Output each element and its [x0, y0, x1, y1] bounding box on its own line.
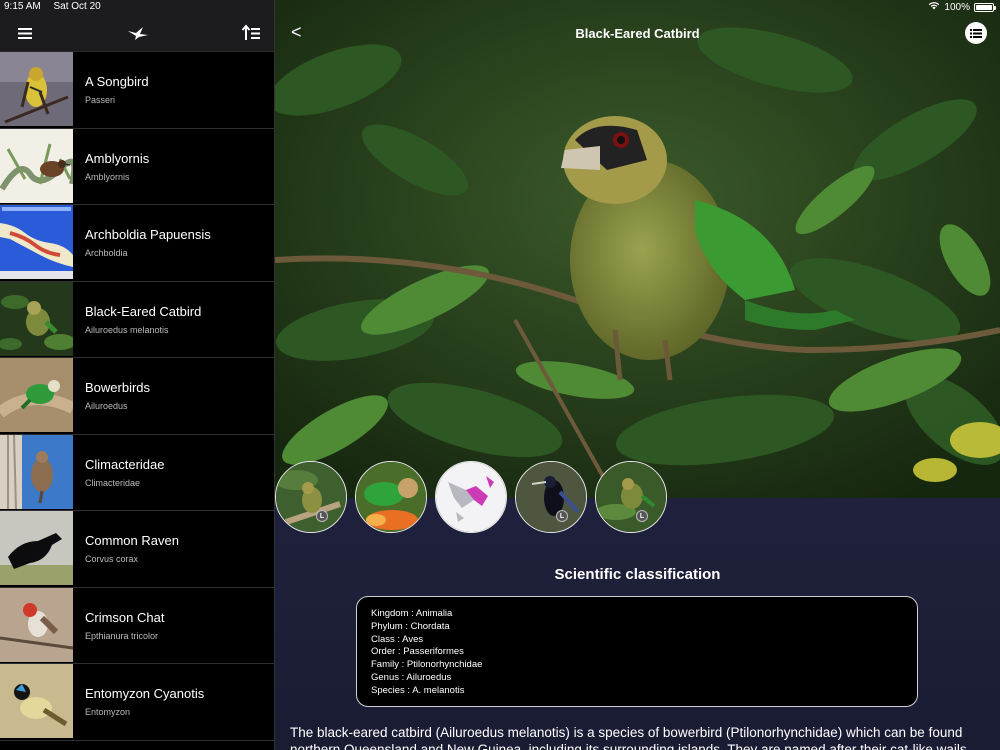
- thumbnail: [0, 128, 73, 203]
- status-time: 9:15 AM: [4, 1, 41, 12]
- list-item-bowerbirds[interactable]: Bowerbirds Ailuroedus: [0, 358, 274, 435]
- classification-order: Order : Passeriformes: [371, 646, 464, 658]
- item-title: A Songbird: [85, 74, 149, 89]
- thumbnail: [0, 587, 73, 662]
- item-title: Bowerbirds: [85, 380, 151, 395]
- sort-icon: [241, 24, 260, 40]
- menu-button[interactable]: [14, 22, 36, 44]
- item-subtitle: Archboldia: [85, 248, 128, 258]
- list-item-entomyzon-cyanotis[interactable]: Entomyzon Cyanotis Entomyzon: [0, 664, 274, 741]
- item-subtitle: Corvus corax: [85, 554, 139, 564]
- sidebar: A Songbird Passeri Amblyornis Amblyornis…: [0, 0, 275, 750]
- battery-icon: [974, 2, 996, 12]
- bird-icon: [128, 27, 148, 40]
- list-item-black-eared-catbird[interactable]: Black-Eared Catbird Ailuroedus melanotis: [0, 281, 274, 358]
- list-item-crimson-chat[interactable]: Crimson Chat Epthianura tricolor: [0, 587, 274, 664]
- item-subtitle: Passeri: [85, 95, 116, 105]
- classification-family: Family : Ptilonorhynchidae: [371, 659, 483, 671]
- sort-button[interactable]: [240, 22, 262, 44]
- description-text: The black-eared catbird (Ailuroedus mela…: [290, 725, 967, 750]
- list-item-climacteridae[interactable]: Climacteridae Climacteridae: [0, 434, 274, 511]
- photo-gallery: L L L: [275, 461, 675, 535]
- gallery-thumb-3[interactable]: [435, 461, 507, 533]
- thumbnail: [0, 664, 73, 738]
- hamburger-icon: [18, 27, 32, 39]
- thumbnail: [0, 511, 73, 585]
- thumbnail: [0, 434, 73, 509]
- list-item-common-raven[interactable]: Common Raven Corvus corax: [0, 511, 274, 588]
- item-title: Black-Eared Catbird: [85, 303, 202, 319]
- thumbnail: [0, 205, 73, 279]
- wifi-icon: [928, 1, 940, 13]
- item-subtitle: Epthianura tricolor: [85, 630, 159, 641]
- classification-phylum: Phylum : Chordata: [371, 620, 450, 632]
- status-bar: 9:15 AM Sat Oct 20 100%: [0, 0, 1000, 14]
- item-title: Amblyornis: [85, 150, 150, 166]
- gallery-thumb-4[interactable]: L: [515, 461, 587, 533]
- list-item-amblyornis[interactable]: Amblyornis Amblyornis: [0, 128, 274, 205]
- item-title: Crimson Chat: [85, 609, 165, 625]
- list-icon: [970, 28, 982, 38]
- classification-genus: Genus : Ailuroedus: [371, 671, 452, 683]
- classification-kingdom: Kingdom : Animalia: [371, 608, 453, 619]
- list-item-a-songbird[interactable]: A Songbird Passeri: [0, 52, 274, 129]
- item-title: Common Raven: [85, 533, 179, 548]
- item-subtitle: Ailuroedus: [85, 401, 128, 411]
- list-item-archboldia-papuensis[interactable]: Archboldia Papuensis Archboldia: [0, 205, 274, 282]
- item-title: Entomyzon Cyanotis: [85, 686, 205, 701]
- classification-title: Scientific classification: [554, 566, 721, 583]
- gallery-badge: L: [636, 510, 648, 522]
- item-subtitle: Amblyornis: [85, 171, 130, 182]
- thumbnail: [0, 358, 73, 432]
- detail-pane: < Black-Eared Catbird L L L Scientific c…: [275, 0, 1000, 750]
- status-date: Sat Oct 20: [53, 1, 101, 12]
- thumbnail: [0, 52, 73, 126]
- page-title: Black-Eared Catbird: [575, 26, 700, 41]
- classification-class: Class : Aves: [371, 633, 424, 645]
- logo-button[interactable]: [127, 22, 149, 44]
- gallery-badge: L: [316, 510, 328, 522]
- item-title: Climacteridae: [85, 456, 165, 472]
- item-title: Archboldia Papuensis: [85, 227, 211, 242]
- gallery-badge: L: [556, 510, 568, 522]
- battery-percent: 100%: [944, 1, 970, 13]
- item-subtitle: Climacteridae: [85, 477, 141, 488]
- species-list: A Songbird Passeri Amblyornis Amblyornis…: [0, 52, 274, 741]
- gallery-thumb-1[interactable]: L: [275, 461, 347, 533]
- hero-image: < Black-Eared Catbird: [275, 0, 1000, 498]
- classification-species: Species : A. melanotis: [371, 684, 465, 696]
- item-subtitle: Ailuroedus melanotis: [85, 324, 169, 335]
- item-subtitle: Entomyzon: [85, 707, 131, 717]
- classification-box: Kingdom : Animalia Phylum : Chordata Cla…: [356, 596, 918, 707]
- gallery-thumb-2[interactable]: [355, 461, 427, 533]
- gallery-thumb-5[interactable]: L: [595, 461, 667, 533]
- list-button[interactable]: [965, 22, 987, 44]
- thumbnail: [0, 281, 73, 356]
